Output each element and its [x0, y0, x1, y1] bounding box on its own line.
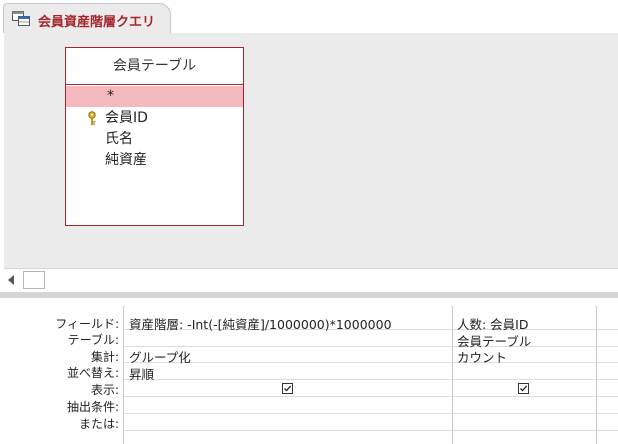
- row-label-show: 表示:: [90, 383, 119, 397]
- tab-title: 会員資産階層クエリ: [38, 15, 156, 30]
- grid-cell-sort[interactable]: 昇順: [129, 364, 154, 383]
- checkmark-icon: [520, 385, 528, 392]
- field-list-item-all[interactable]: *: [66, 86, 243, 107]
- table-title[interactable]: 会員テーブル: [66, 48, 243, 85]
- field-list-item-member-id[interactable]: 会員ID: [66, 108, 243, 129]
- row-label-criteria: 抽出条件:: [66, 400, 119, 414]
- scroll-thumb[interactable]: [23, 271, 45, 289]
- field-list-item-net-assets[interactable]: 純資産: [66, 150, 243, 171]
- checkmark-icon: [284, 385, 292, 392]
- query-icon: [12, 11, 30, 26]
- grid-cell-field[interactable]: 資産階層: -Int(-[純資産]/1000000)*1000000: [129, 314, 392, 333]
- grid-cell-total[interactable]: カウント: [457, 347, 507, 366]
- show-checkbox[interactable]: [282, 383, 293, 394]
- row-label-total: 集計:: [90, 350, 119, 364]
- grid-row-divider: [124, 413, 618, 414]
- field-name: *: [107, 88, 114, 104]
- table-field-list[interactable]: 会員テーブル * 会員ID 氏名 純資産: [65, 47, 244, 226]
- grid-row-divider: [124, 379, 618, 380]
- field-name: 純資産: [105, 152, 147, 168]
- grid-row-divider: [124, 346, 618, 347]
- field-name: 会員ID: [105, 110, 148, 126]
- canvas-horizontal-scrollbar[interactable]: [4, 268, 618, 292]
- field-name: 氏名: [105, 131, 133, 147]
- field-list-item-name[interactable]: 氏名: [66, 129, 243, 150]
- grid-row-divider: [124, 362, 618, 363]
- query-design-grid: フィールド: テーブル: 集計: 並べ替え: 表示: 抽出条件: または: 資産…: [0, 298, 618, 444]
- query-document-tab[interactable]: 会員資産階層クエリ: [3, 3, 171, 33]
- primary-key-icon: [88, 111, 96, 125]
- document-tab-strip: 会員資産階層クエリ: [0, 0, 618, 33]
- grid-column-3[interactable]: [596, 306, 618, 444]
- grid-body: 資産階層: -Int(-[純資産]/1000000)*1000000 グループ化…: [123, 306, 618, 444]
- row-label-sort: 並べ替え:: [66, 366, 119, 380]
- grid-row-divider: [124, 396, 618, 397]
- row-label-or: または:: [78, 417, 119, 431]
- grid-row-divider: [124, 430, 618, 431]
- row-label-table: テーブル:: [67, 333, 119, 347]
- row-label-field: フィールド:: [55, 317, 119, 331]
- query-design-canvas[interactable]: 会員テーブル * 会員ID 氏名 純資産: [4, 33, 618, 268]
- show-checkbox[interactable]: [518, 383, 529, 394]
- scroll-left-arrow-icon[interactable]: [8, 275, 14, 285]
